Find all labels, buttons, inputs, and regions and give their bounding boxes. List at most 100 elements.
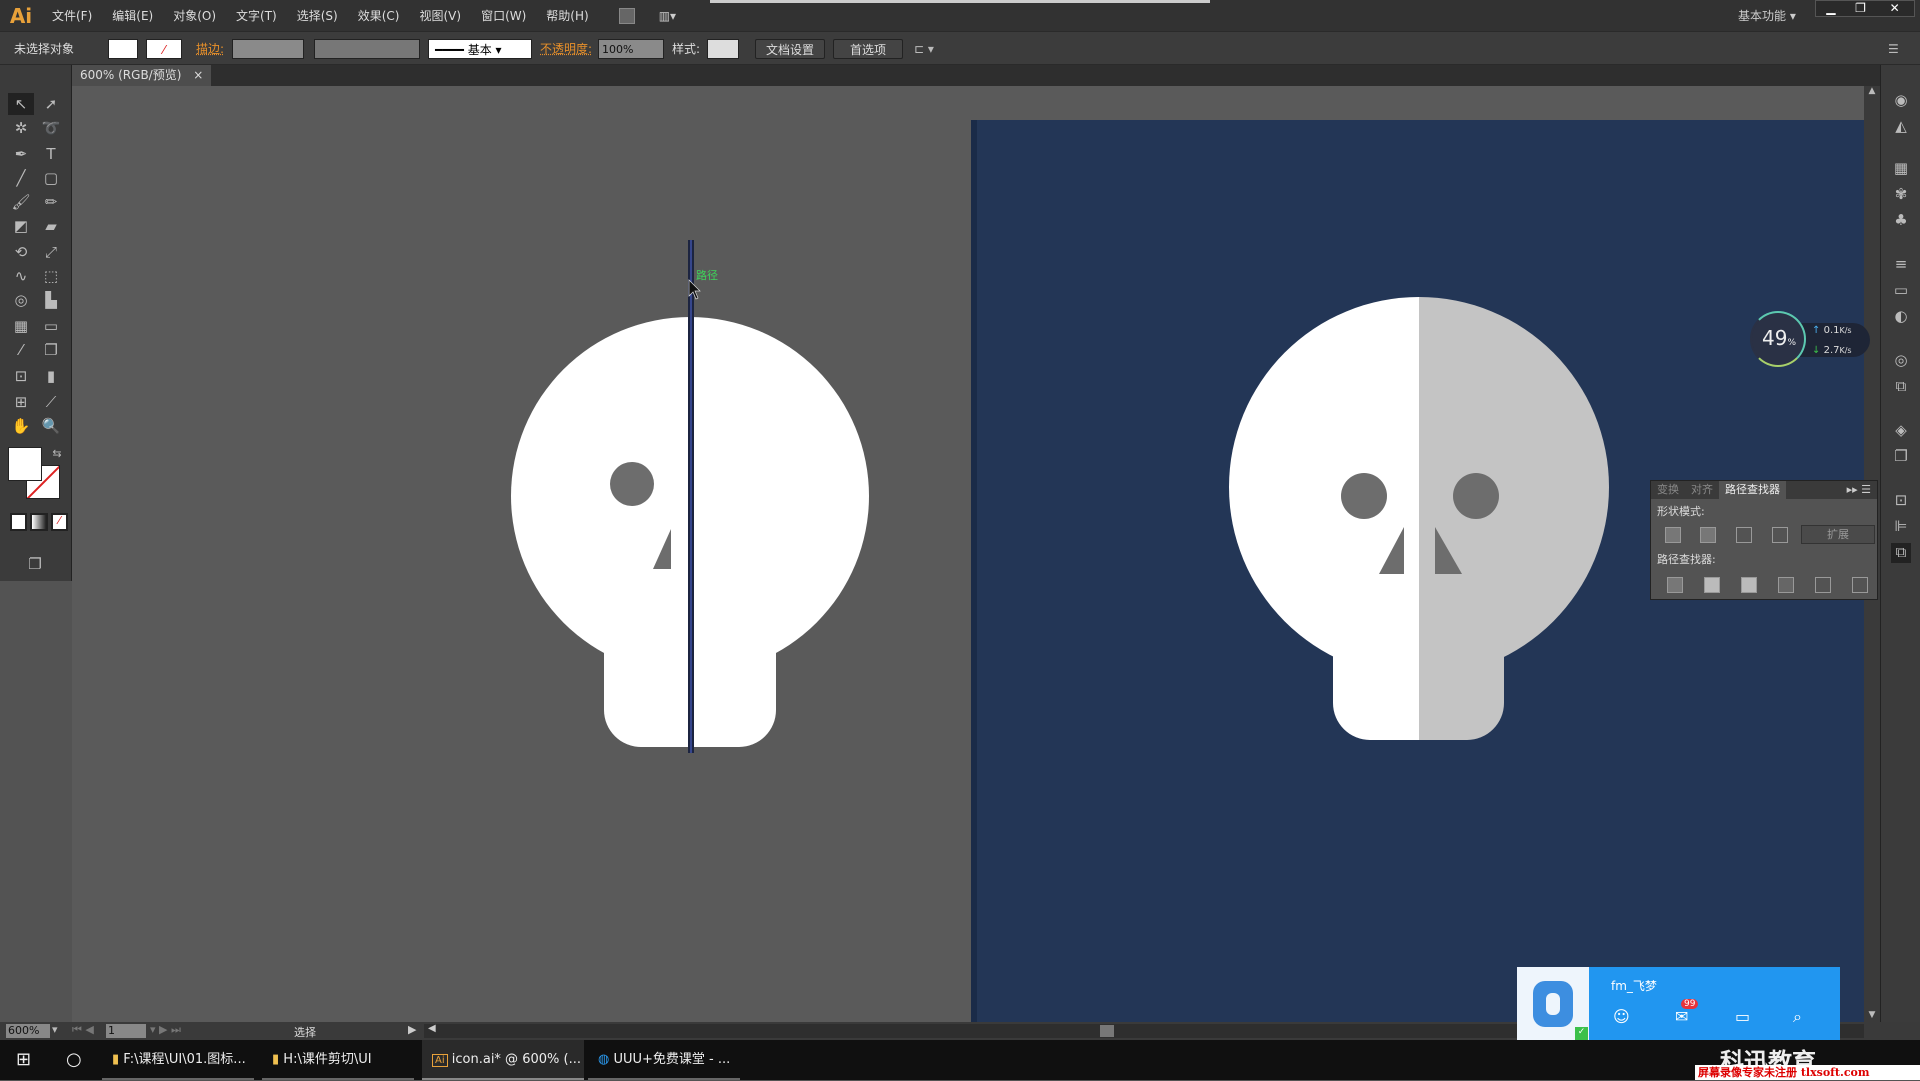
restore-button[interactable]: ❐ bbox=[1846, 1, 1876, 16]
gradient-panel-icon[interactable]: ▭ bbox=[1891, 281, 1911, 301]
reflect-tool-icon[interactable]: ⟲ bbox=[8, 241, 34, 263]
slice-tool-icon[interactable]: ⟋ bbox=[38, 391, 64, 413]
opacity-label[interactable]: 不透明度: bbox=[540, 39, 592, 59]
document-tab[interactable]: 600% (RGB/预览) × bbox=[72, 65, 212, 86]
taskbar-item-folder2[interactable]: ▮ H:\课件剪切\UI bbox=[262, 1040, 414, 1080]
swatches-icon[interactable]: ▦ bbox=[1891, 159, 1911, 179]
brush-stroke-select[interactable]: ━━━━ 基本 ▾ bbox=[428, 39, 532, 59]
artboard-tool-icon[interactable]: ⊞ bbox=[8, 391, 34, 413]
eraser-tool-icon[interactable]: ▰ bbox=[38, 215, 64, 237]
preferences-button[interactable]: 首选项 bbox=[833, 39, 903, 59]
perspective-grid-tool-icon[interactable]: ▙ bbox=[38, 289, 64, 311]
scale-tool-icon[interactable]: ⤢ bbox=[38, 241, 64, 263]
panel-menu-icon[interactable]: ☰ bbox=[1888, 39, 1899, 59]
shape-builder-tool-icon[interactable]: ◎ bbox=[8, 289, 34, 311]
stroke-label[interactable]: 描边: bbox=[196, 39, 224, 59]
qq-window-icon[interactable]: ▭ bbox=[1735, 1007, 1750, 1026]
tab-pathfinder[interactable]: 路径查找器 bbox=[1719, 481, 1786, 499]
graphic-styles-icon[interactable]: ⧉ bbox=[1891, 377, 1911, 397]
tab-align[interactable]: 对齐 bbox=[1685, 481, 1719, 499]
taskbar-item-illustrator[interactable]: Ai icon.ai* @ 600% (... bbox=[422, 1040, 584, 1080]
gradient-mode-icon[interactable] bbox=[30, 513, 48, 531]
close-tab-icon[interactable]: × bbox=[193, 68, 203, 82]
fill-color-swatch[interactable] bbox=[8, 447, 42, 481]
align-options-icon[interactable]: ⊏ ▾ bbox=[914, 39, 934, 59]
minimize-button[interactable]: ▁ bbox=[1816, 1, 1846, 16]
menu-select[interactable]: 选择(S) bbox=[287, 7, 348, 24]
variable-width-select[interactable] bbox=[314, 39, 420, 59]
layers-icon[interactable]: ◈ bbox=[1891, 421, 1911, 441]
close-button[interactable]: ✕ bbox=[1875, 1, 1914, 16]
screen-mode-icon[interactable]: ❐ bbox=[22, 553, 48, 575]
divide-icon[interactable] bbox=[1667, 577, 1683, 593]
pathfinder-panel-icon[interactable]: ⧉ bbox=[1891, 543, 1911, 563]
magic-wand-tool-icon[interactable]: ✲ bbox=[8, 117, 34, 139]
menu-object[interactable]: 对象(O) bbox=[163, 7, 226, 24]
zoom-field[interactable]: 600% bbox=[6, 1024, 50, 1038]
selection-tool-icon[interactable]: ↖ bbox=[8, 93, 34, 115]
brushes-icon[interactable]: ✾ bbox=[1891, 185, 1911, 205]
scroll-down-icon[interactable]: ▼ bbox=[1864, 1010, 1880, 1020]
column-graph-tool-icon[interactable]: ▮ bbox=[38, 365, 64, 387]
align-panel-icon[interactable]: ⊫ bbox=[1891, 517, 1911, 537]
qq-mail-icon[interactable]: ✉ bbox=[1675, 1007, 1688, 1026]
qq-emoji-icon[interactable]: ☺ bbox=[1613, 1007, 1630, 1026]
stroke-swatch[interactable]: ⁄ bbox=[146, 39, 182, 59]
none-mode-icon[interactable]: ⁄ bbox=[50, 513, 68, 531]
tab-transform[interactable]: 变换 bbox=[1651, 481, 1685, 499]
qq-search-icon[interactable]: ⌕ bbox=[1793, 1007, 1802, 1027]
color-guide-icon[interactable]: ◭ bbox=[1891, 117, 1911, 137]
scroll-left-icon[interactable]: ◀ bbox=[428, 1023, 436, 1034]
transform-panel-icon[interactable]: ⊡ bbox=[1891, 491, 1911, 511]
workspace-switcher[interactable]: 基本功能 ▾ bbox=[1738, 7, 1796, 24]
crop-icon[interactable] bbox=[1778, 577, 1794, 593]
blob-brush-tool-icon[interactable]: ◩ bbox=[8, 215, 34, 237]
status-menu-icon[interactable]: ▶ bbox=[408, 1023, 416, 1036]
minus-back-icon[interactable] bbox=[1852, 577, 1868, 593]
intersect-icon[interactable] bbox=[1736, 527, 1752, 543]
pencil-tool-icon[interactable]: ✏ bbox=[38, 191, 64, 213]
transparency-icon[interactable]: ◐ bbox=[1891, 307, 1911, 327]
menu-effect[interactable]: 效果(C) bbox=[348, 7, 410, 24]
stroke-weight-field[interactable] bbox=[232, 39, 304, 59]
first-artboard-icon[interactable]: ⏮ ◀ bbox=[72, 1023, 94, 1037]
merge-icon[interactable] bbox=[1741, 577, 1757, 593]
exclude-icon[interactable] bbox=[1772, 527, 1788, 543]
hand-tool-icon[interactable]: ✋ bbox=[8, 415, 34, 437]
stroke-panel-icon[interactable]: ≡ bbox=[1891, 255, 1911, 275]
symbol-sprayer-tool-icon[interactable]: ⊡ bbox=[8, 365, 34, 387]
paintbrush-tool-icon[interactable]: 🖌 bbox=[8, 191, 34, 213]
minus-front-icon[interactable] bbox=[1700, 527, 1716, 543]
lasso-tool-icon[interactable]: ➰ bbox=[38, 117, 64, 139]
graphic-style-swatch[interactable] bbox=[707, 39, 739, 59]
rectangle-tool-icon[interactable]: ▢ bbox=[38, 167, 64, 189]
symbols-icon[interactable]: ♣ bbox=[1891, 211, 1911, 231]
zoom-dropdown-icon[interactable]: ▾ bbox=[52, 1023, 58, 1036]
menu-edit[interactable]: 编辑(E) bbox=[102, 7, 163, 24]
artboard-number-field[interactable]: 1 bbox=[106, 1024, 146, 1038]
pen-tool-icon[interactable]: ✒ bbox=[8, 143, 34, 165]
expand-button[interactable]: 扩展 bbox=[1801, 525, 1875, 544]
line-tool-icon[interactable]: ╱ bbox=[8, 167, 34, 189]
zoom-tool-icon[interactable]: 🔍 bbox=[38, 415, 64, 437]
menu-type[interactable]: 文字(T) bbox=[226, 7, 287, 24]
canvas-area[interactable]: 路径 bbox=[72, 86, 1864, 1022]
free-transform-tool-icon[interactable]: ⬚ bbox=[38, 265, 64, 287]
windows-start-icon[interactable]: ⊞ bbox=[6, 1040, 31, 1080]
next-artboard-icon[interactable]: ▾ ▶ ⏭ bbox=[150, 1023, 181, 1037]
warp-tool-icon[interactable]: ∿ bbox=[8, 265, 34, 287]
blend-tool-icon[interactable]: ❐ bbox=[38, 339, 64, 361]
scroll-thumb[interactable] bbox=[1100, 1025, 1114, 1037]
swap-colors-icon[interactable]: ⇆ bbox=[44, 443, 70, 465]
menu-file[interactable]: 文件(F) bbox=[42, 7, 102, 24]
taskbar-item-folder1[interactable]: ▮ F:\课程\UI\01.图标... bbox=[102, 1040, 254, 1080]
cortana-icon[interactable]: ○ bbox=[56, 1040, 82, 1080]
scroll-up-icon[interactable]: ▲ bbox=[1864, 86, 1880, 96]
gradient-tool-icon[interactable]: ▭ bbox=[38, 315, 64, 337]
menu-view[interactable]: 视图(V) bbox=[409, 7, 471, 24]
trim-icon[interactable] bbox=[1704, 577, 1720, 593]
eyedropper-tool-icon[interactable]: ⁄ bbox=[8, 339, 34, 361]
artboards-icon[interactable]: ❐ bbox=[1891, 447, 1911, 467]
outline-icon[interactable] bbox=[1815, 577, 1831, 593]
opacity-field[interactable]: 100% bbox=[598, 39, 664, 59]
